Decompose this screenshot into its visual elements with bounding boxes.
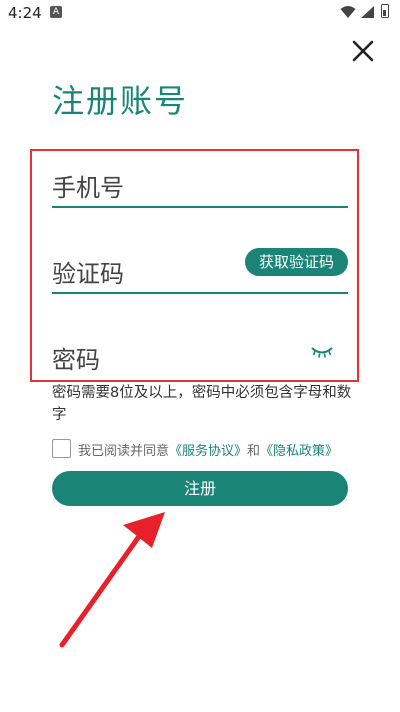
agreement-prefix: 我已阅读并同意	[78, 444, 170, 459]
agreement-checkbox[interactable]	[52, 439, 71, 458]
verification-code-input[interactable]: 验证码	[52, 254, 124, 289]
agreement-text: 我已阅读并同意《服务协议》和《隐私政策》	[78, 440, 338, 459]
battery-icon	[381, 4, 389, 18]
status-time: 4:24	[8, 4, 42, 22]
close-icon[interactable]	[348, 36, 378, 66]
service-agreement-link[interactable]: 《服务协议》	[169, 444, 247, 459]
eye-closed-icon[interactable]	[310, 344, 334, 360]
register-button[interactable]: 注册	[52, 471, 348, 506]
phone-input-underline	[52, 206, 348, 208]
password-hint: 密码需要8位及以上，密码中必须包含字母和数字	[52, 385, 352, 423]
wifi-icon	[340, 6, 356, 18]
page-title: 注册账号	[52, 82, 189, 120]
get-code-button[interactable]: 获取验证码	[245, 248, 348, 276]
code-input-underline	[52, 292, 348, 294]
password-input[interactable]: 密码	[52, 340, 100, 375]
signal-icon	[361, 6, 374, 18]
notification-icon: A	[50, 6, 62, 18]
phone-input[interactable]: 手机号	[52, 168, 124, 203]
privacy-policy-link[interactable]: 《隐私政策》	[260, 444, 338, 459]
agreement-conjunction: 和	[247, 444, 261, 459]
status-bar: 4:24 A	[0, 0, 400, 28]
